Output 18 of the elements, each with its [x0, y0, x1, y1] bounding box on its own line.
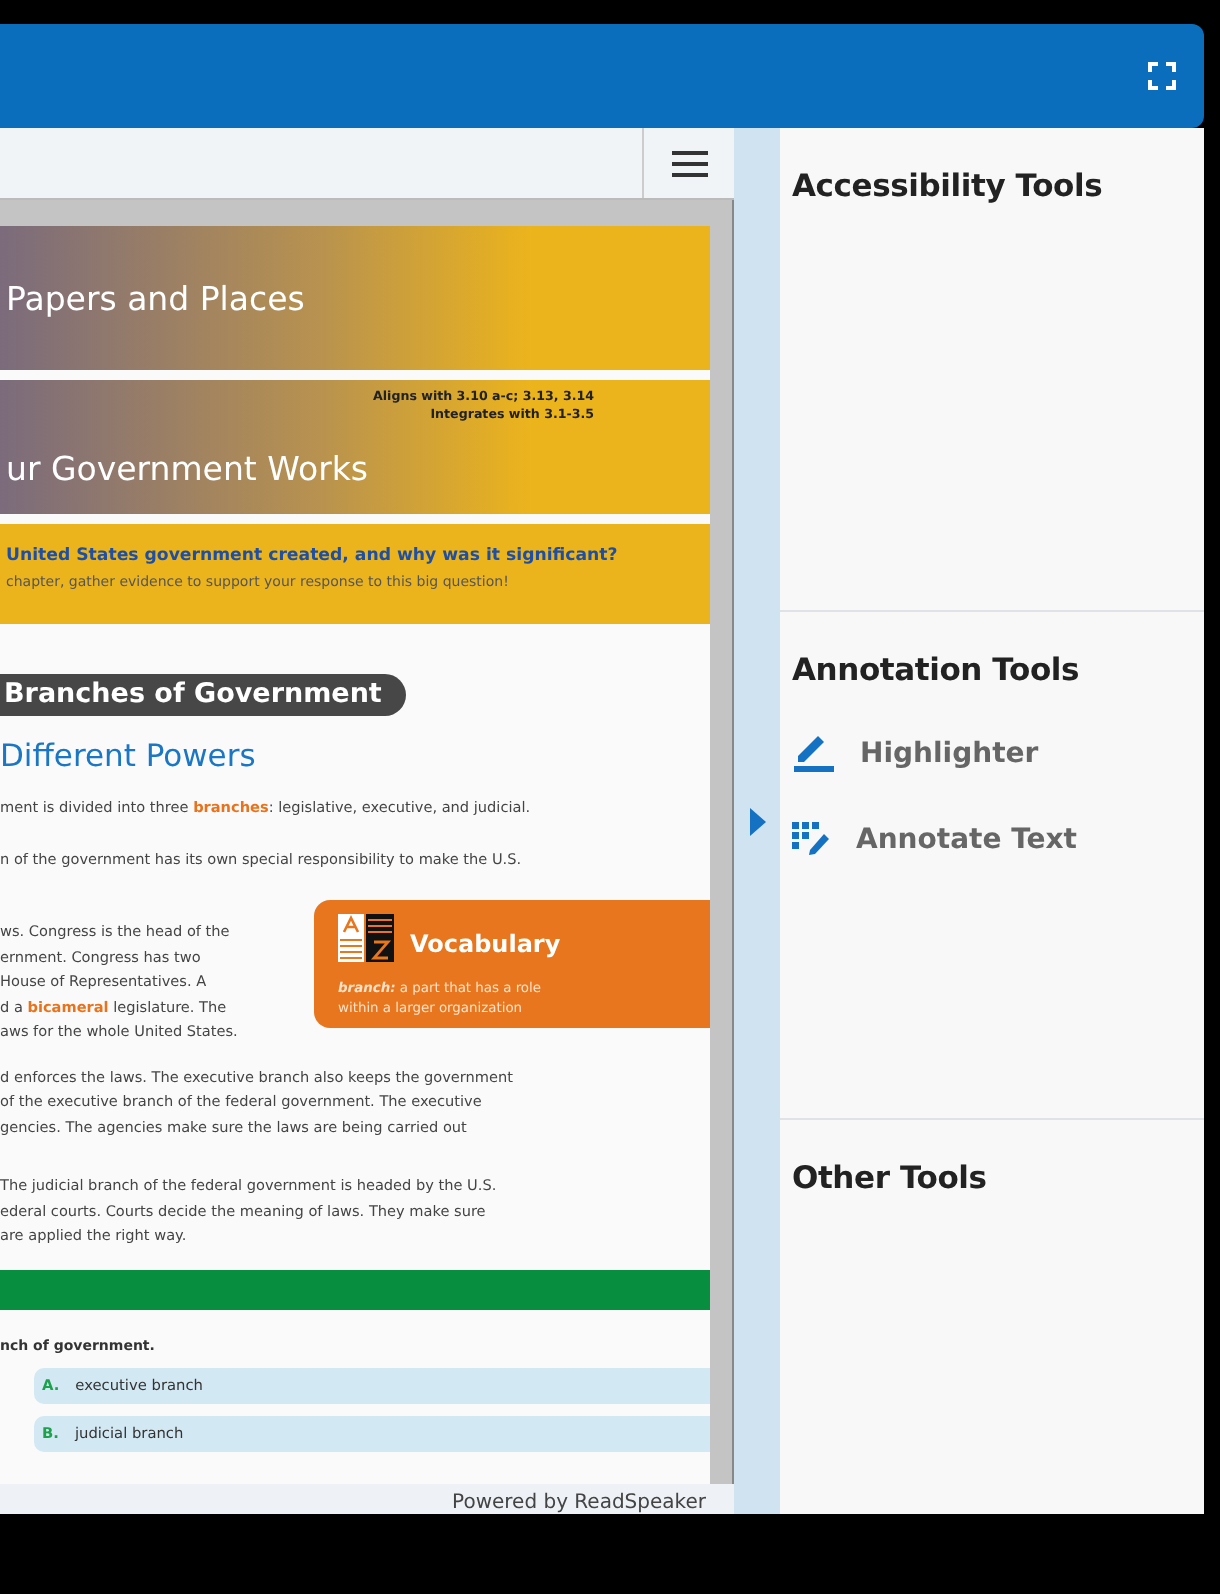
fullscreen-icon: [1148, 62, 1176, 90]
big-question: United States government created, and why was it significant?: [6, 546, 620, 566]
menu-icon: [671, 149, 707, 177]
vocabulary-title: Vocabulary: [410, 929, 563, 957]
banner-title: ur Government Works: [4, 450, 371, 489]
fullscreen-button[interactable]: [1148, 62, 1176, 90]
section-title: Accessibility Tools: [792, 168, 1105, 204]
collapse-arrow-icon[interactable]: [749, 807, 765, 835]
annotate-icon: [792, 822, 830, 856]
section-title: Other Tools: [792, 1160, 989, 1196]
section-label: Branches of Government: [0, 674, 406, 716]
banner-title: Papers and Places: [4, 279, 305, 317]
section-title: Annotation Tools: [792, 652, 1082, 688]
pencil-icon: [792, 732, 834, 774]
tool-button[interactable]: Annotate Text: [792, 822, 1077, 856]
tool-button[interactable]: Highlighter: [792, 732, 1039, 774]
section-heading: Different Powers: [0, 738, 258, 774]
powered-by-text: Powered by ReadSpeaker: [452, 1492, 706, 1514]
